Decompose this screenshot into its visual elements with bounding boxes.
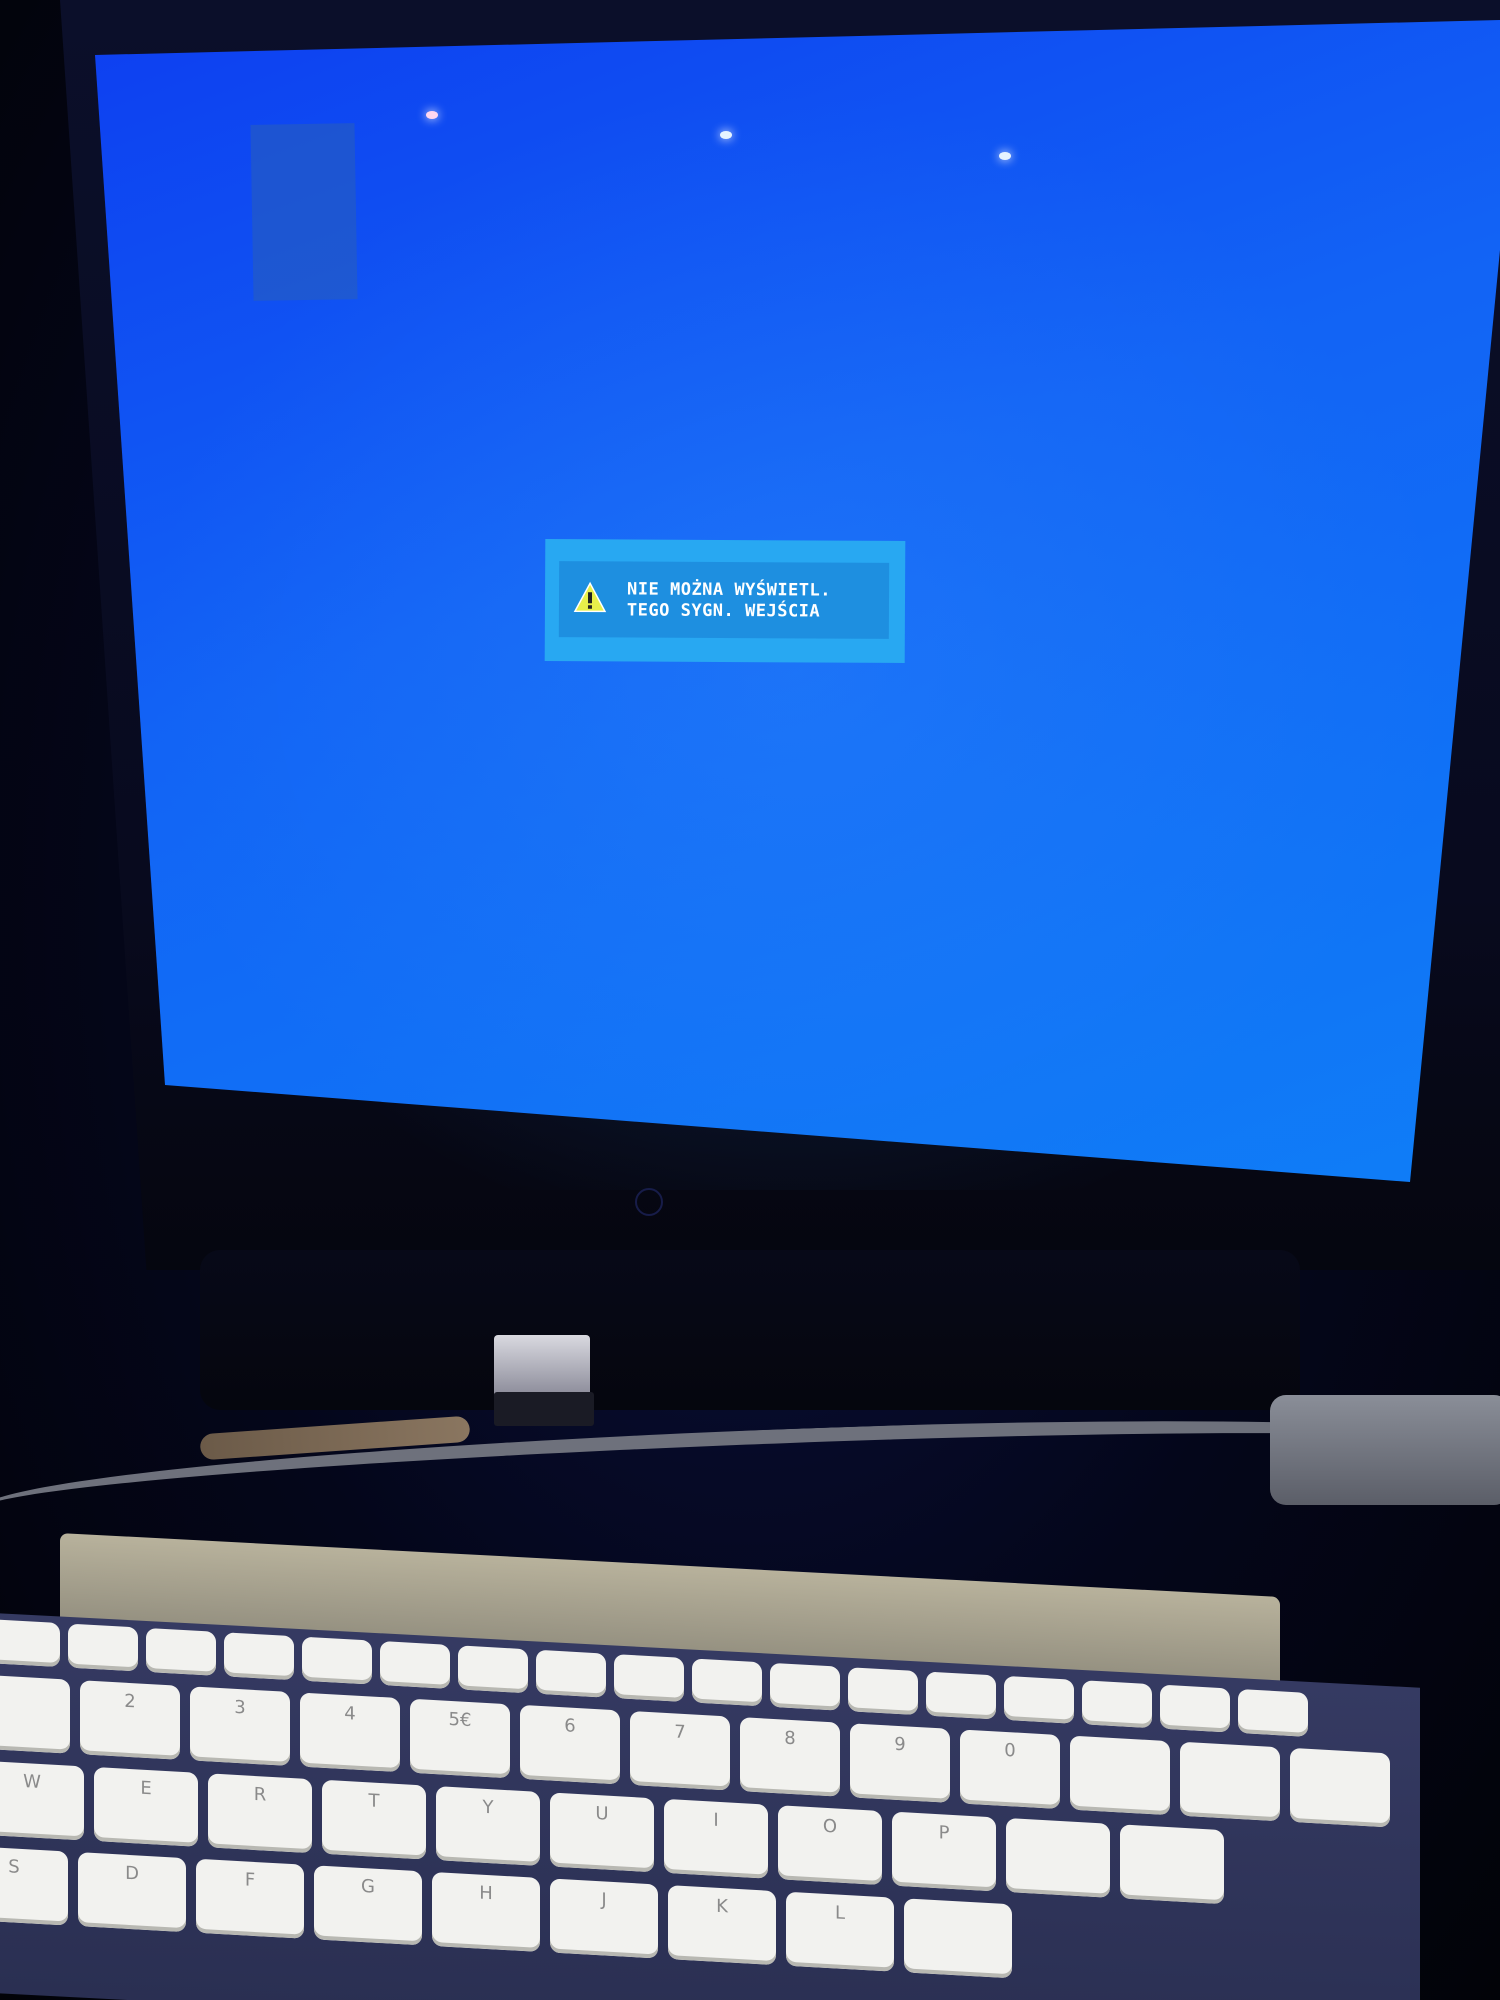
- keyboard-key[interactable]: F: [196, 1858, 304, 1939]
- cable-connector: [494, 1335, 590, 1397]
- keyboard-key[interactable]: [1006, 1817, 1110, 1898]
- keyboard-key[interactable]: [536, 1649, 606, 1698]
- keyboard-key[interactable]: 5€: [410, 1698, 510, 1779]
- screen-sticker: [250, 123, 358, 301]
- keyboard-key[interactable]: [1238, 1688, 1308, 1737]
- keyboard-key[interactable]: E: [94, 1767, 198, 1847]
- keyboard-key[interactable]: 9: [850, 1723, 950, 1803]
- message-line-2: TEGO SYGN. WEJŚCIA: [626, 600, 821, 622]
- keyboard-key[interactable]: W: [0, 1760, 84, 1841]
- no-signal-message: NIE MOŻNA WYŚWIETL. TEGO SYGN. WEJŚCIA: [627, 579, 897, 622]
- keyboard-key[interactable]: [458, 1645, 528, 1694]
- keyboard-key[interactable]: 7: [630, 1710, 730, 1791]
- keyboard-key[interactable]: 2: [80, 1680, 180, 1760]
- keyboard-key[interactable]: D: [78, 1852, 186, 1933]
- power-adapter: [1270, 1395, 1500, 1505]
- keyboard-key[interactable]: [146, 1627, 216, 1676]
- keyboard-key[interactable]: [1180, 1741, 1280, 1822]
- keyboard-key[interactable]: K: [668, 1885, 776, 1966]
- keyboard-key[interactable]: [926, 1671, 996, 1720]
- keyboard-key[interactable]: [692, 1658, 762, 1707]
- keyboard-key[interactable]: [1290, 1747, 1390, 1828]
- keyboard-key[interactable]: [68, 1623, 138, 1672]
- keyboard-key[interactable]: I: [664, 1798, 768, 1879]
- keyboard-key[interactable]: [848, 1667, 918, 1716]
- keyboard-key[interactable]: [0, 1674, 70, 1754]
- keyboard-key[interactable]: R: [208, 1773, 312, 1854]
- keyboard-key[interactable]: [1004, 1675, 1074, 1724]
- keyboard-key[interactable]: H: [432, 1871, 540, 1952]
- message-line-1: NIE MOŻNA WYŚWIETL.: [627, 579, 832, 601]
- keyboard-key[interactable]: 6: [520, 1704, 620, 1785]
- light-reflection: [999, 152, 1011, 160]
- monitor-logo-icon: [635, 1188, 663, 1216]
- keyboard-key[interactable]: [1120, 1824, 1224, 1905]
- keyboard-key[interactable]: [302, 1636, 372, 1685]
- keyboard-key[interactable]: [1160, 1684, 1230, 1733]
- keyboard-key[interactable]: G: [314, 1865, 422, 1946]
- keyboard-key[interactable]: [770, 1662, 840, 1711]
- keyboard-key[interactable]: 4: [300, 1692, 400, 1773]
- monitor-stand: [200, 1250, 1300, 1410]
- keyboard-key[interactable]: [614, 1654, 684, 1702]
- keyboard-key[interactable]: 3: [190, 1686, 290, 1766]
- keyboard-key[interactable]: L: [786, 1891, 894, 1972]
- keyboard-key[interactable]: [904, 1898, 1012, 1979]
- keyboard-key[interactable]: J: [550, 1878, 658, 1959]
- keyboard-key[interactable]: [1070, 1735, 1170, 1816]
- keyboard-key[interactable]: P: [892, 1811, 996, 1892]
- keyboard-key[interactable]: [0, 1619, 60, 1668]
- warning-icon: [573, 581, 607, 613]
- connector-housing: [494, 1392, 594, 1426]
- photo-scene: NIE MOŻNA WYŚWIETL. TEGO SYGN. WEJŚCIA 2…: [0, 0, 1500, 2000]
- keyboard-key[interactable]: 8: [740, 1717, 840, 1797]
- keyboard-key[interactable]: [380, 1640, 450, 1689]
- light-reflection: [426, 111, 438, 119]
- keyboard-key[interactable]: [1082, 1680, 1152, 1729]
- keyboard-key[interactable]: [224, 1632, 294, 1681]
- keyboard-key[interactable]: S: [0, 1845, 68, 1926]
- no-signal-message-box: NIE MOŻNA WYŚWIETL. TEGO SYGN. WEJŚCIA: [544, 539, 906, 663]
- light-reflection: [720, 131, 732, 139]
- keyboard-key[interactable]: U: [550, 1792, 654, 1873]
- keyboard-key[interactable]: Y: [436, 1786, 540, 1866]
- keyboard-key[interactable]: O: [778, 1805, 882, 1886]
- keyboard-key[interactable]: T: [322, 1779, 426, 1860]
- keyboard-key[interactable]: 0: [960, 1729, 1060, 1810]
